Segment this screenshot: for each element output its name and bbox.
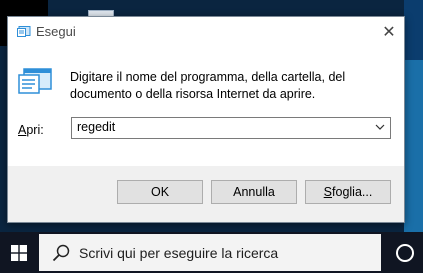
windows-logo-icon (11, 244, 27, 261)
dialog-description: Digitare il nome del programma, della ca… (70, 70, 346, 101)
desktop-background-strip-dark (404, 0, 423, 60)
search-placeholder: Scrivi qui per eseguire la ricerca (79, 245, 279, 261)
run-dialog: Esegui ✕ Digitare il nome del programma,… (7, 16, 405, 223)
ok-button[interactable]: OK (117, 180, 203, 204)
run-icon (18, 68, 52, 94)
open-label-text: pri: (26, 123, 44, 137)
browse-label-text: foglia... (332, 185, 373, 199)
browse-button[interactable]: Sfoglia... (305, 180, 391, 204)
chevron-down-icon[interactable] (374, 121, 386, 133)
close-button[interactable]: ✕ (374, 17, 404, 47)
cortana-icon[interactable] (396, 244, 414, 262)
open-combobox[interactable]: regedit (71, 117, 391, 139)
cancel-button[interactable]: Annulla (211, 180, 297, 204)
open-label: Apri: (18, 123, 44, 137)
taskbar: Scrivi qui per eseguire la ricerca (0, 232, 423, 273)
browse-label-mnemonic: S (323, 185, 333, 199)
dialog-footer: OK Annulla Sfoglia... (8, 166, 404, 222)
title-bar[interactable]: Esegui ✕ (8, 17, 404, 47)
close-icon: ✕ (382, 24, 396, 41)
start-button[interactable] (0, 232, 38, 273)
search-icon (52, 244, 70, 262)
run-icon (17, 26, 31, 37)
taskbar-search-box[interactable]: Scrivi qui per eseguire la ricerca (39, 234, 381, 271)
dialog-title: Esegui (36, 24, 76, 39)
open-input[interactable]: regedit (77, 120, 115, 134)
